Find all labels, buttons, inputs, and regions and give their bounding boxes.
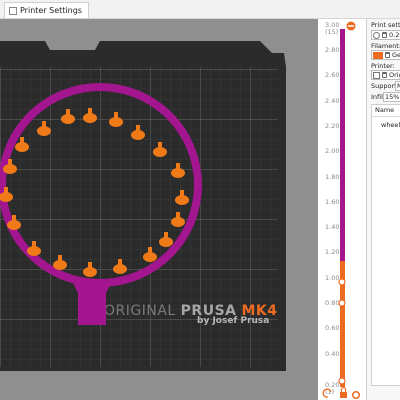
filament-label: Filament:: [371, 42, 400, 50]
lock-icon: [382, 72, 387, 78]
tab-printer-settings[interactable]: Printer Settings: [4, 2, 89, 18]
lock-icon: [382, 32, 387, 38]
object-list-header: Name: [372, 105, 400, 117]
printer-label: Printer:: [371, 62, 395, 70]
filament-combo[interactable]: Generic: [371, 50, 400, 60]
logo-byline: by Josef Prusa: [197, 316, 269, 326]
printer-icon: [373, 71, 380, 79]
print-settings-value: 0.20: [389, 31, 400, 39]
tab-bar: Printer Settings: [0, 0, 400, 19]
supports-combo[interactable]: No: [395, 81, 400, 91]
lock-icon: [385, 52, 390, 58]
slider-bottom-marker[interactable]: [338, 377, 346, 385]
object-list[interactable]: Name wheel tan: [371, 104, 400, 386]
printer-value: Original: [389, 71, 400, 79]
slider-layer-marker[interactable]: [338, 278, 346, 286]
printer-settings-icon: [9, 6, 17, 15]
object-list-item[interactable]: wheel tan: [381, 121, 400, 129]
settings-panel: Print settings 0.20 Filament: Generic Pr…: [366, 19, 400, 400]
filament-color-swatch[interactable]: [373, 51, 383, 59]
infill-value: 15%: [385, 93, 400, 101]
filament-value: Generic: [392, 51, 400, 59]
print-settings-combo[interactable]: 0.20: [371, 30, 400, 40]
gear-icon: [373, 31, 380, 39]
cog-icon[interactable]: [351, 390, 361, 400]
bed-scene: ORIGINAL PRUSA MK4 by Josef Prusa: [0, 41, 286, 371]
lock-icon[interactable]: [340, 386, 347, 399]
infill-combo[interactable]: 15%: [383, 92, 400, 102]
slider-layer-marker[interactable]: [338, 299, 346, 307]
layer-slider[interactable]: 3.00 (15) 2.80 2.60 2.40 2.20 2.00 1.80 1.60 1.…: [318, 19, 366, 400]
logo-brand: ORIGINAL: [104, 303, 181, 319]
3d-viewport[interactable]: ORIGINAL PRUSA MK4 by Josef Prusa: [0, 19, 318, 400]
undo-icon[interactable]: [322, 388, 332, 398]
slider-track: [322, 21, 361, 400]
printer-combo[interactable]: Original: [371, 70, 400, 80]
print-settings-label: Print settings: [371, 21, 400, 29]
tab-label: Printer Settings: [20, 6, 82, 15]
